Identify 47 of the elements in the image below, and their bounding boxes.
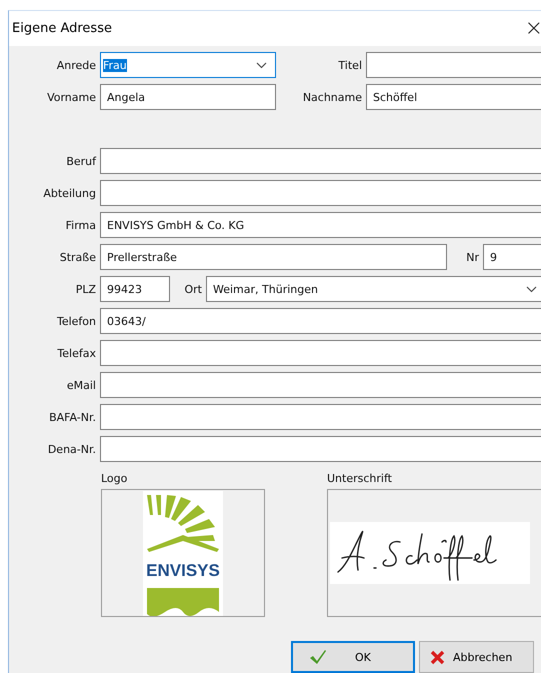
field-label: BAFA-Nr. <box>48 410 96 424</box>
chevron-down-icon <box>256 62 267 69</box>
field-label: PLZ <box>74 282 96 296</box>
field-label: Nr <box>465 250 479 264</box>
field-label: Anrede <box>56 58 96 72</box>
input-field[interactable]: ENVISYS GmbH & Co. KG <box>100 212 541 238</box>
input-field[interactable]: Prellerstraße <box>100 244 447 270</box>
input-field[interactable]: Angela <box>100 84 276 110</box>
input-field[interactable] <box>100 404 541 430</box>
field-label: Titel <box>337 58 362 72</box>
field-label: eMail <box>66 378 96 392</box>
input-field[interactable]: Schöffel <box>366 84 541 110</box>
input-field[interactable]: 03643/ <box>100 308 541 334</box>
dropdown-field[interactable]: Frau <box>100 52 276 78</box>
window-title: Eigene Adresse <box>12 21 112 36</box>
input-field[interactable] <box>100 372 541 398</box>
input-field[interactable] <box>366 52 541 78</box>
field-label: Firma <box>64 218 96 232</box>
field-label: Beruf <box>65 154 96 168</box>
input-field[interactable]: 99423 <box>100 276 170 302</box>
wave-drawing <box>147 588 219 616</box>
logo-text: ENVISYS <box>146 560 220 580</box>
input-field[interactable]: 9 <box>483 244 541 270</box>
field-label: Dena-Nr. <box>46 442 96 456</box>
chevron-down-icon <box>526 286 537 293</box>
input-field[interactable] <box>100 436 541 462</box>
close-button[interactable]: × <box>522 18 541 40</box>
input-field[interactable] <box>100 180 541 206</box>
field-label: Ort <box>184 282 202 296</box>
check-icon <box>309 649 327 665</box>
field-label: Abteilung <box>42 186 96 200</box>
ok-button[interactable]: OK <box>291 641 415 673</box>
close-icon <box>430 650 445 664</box>
signature-frame[interactable] <box>327 489 541 617</box>
field-label: Telefax <box>56 346 96 360</box>
logo-frame[interactable]: ENVISYS <box>101 489 265 617</box>
sun-drawing <box>147 494 219 552</box>
dropdown-field[interactable]: Weimar, Thüringen <box>206 276 541 302</box>
logo-label: Logo <box>101 472 128 485</box>
field-label: Nachname <box>302 90 362 104</box>
input-field[interactable] <box>100 148 541 174</box>
field-label: Straße <box>58 250 96 264</box>
input-field[interactable] <box>100 340 541 366</box>
field-label: Vorname <box>46 90 96 104</box>
field-label: Telefon <box>56 314 96 328</box>
cancel-button[interactable]: Abbrechen <box>419 641 534 673</box>
signature-label: Unterschrift <box>327 472 393 485</box>
